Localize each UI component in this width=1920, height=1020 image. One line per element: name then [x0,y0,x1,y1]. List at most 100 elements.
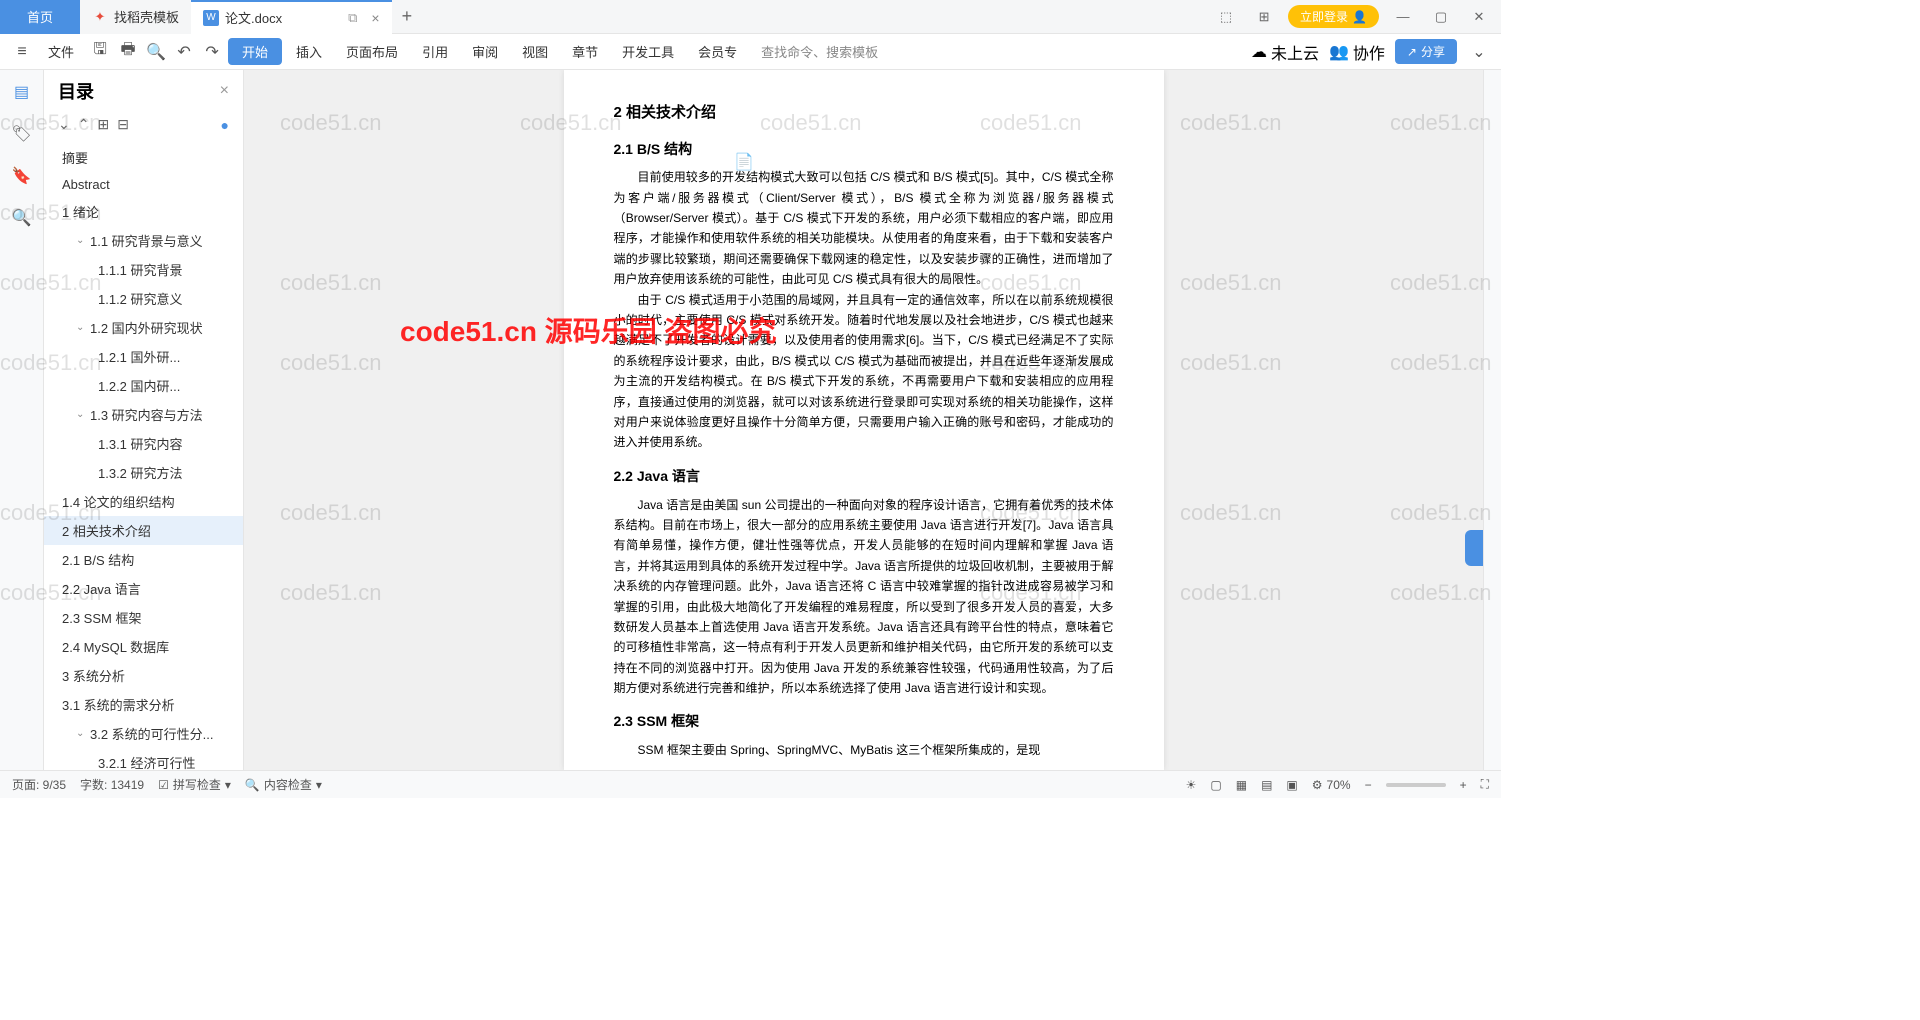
sidebar-close-icon[interactable]: × [220,82,229,100]
preview-icon[interactable]: 🔍 [144,40,168,64]
paragraph: Java 语言是由美国 sun 公司提出的一种面向对象的程序设计语言，它拥有着优… [614,495,1114,699]
apps-icon[interactable]: ⊞ [1250,3,1278,31]
toc-item-current[interactable]: 2 相关技术介绍 [44,516,243,545]
toc-item[interactable]: ⌄1.1 研究背景与意义 [44,226,243,255]
docer-icon: ✦ [92,9,108,25]
sync-icon[interactable]: ● [221,117,229,133]
toc-item[interactable]: 1.3.1 研究内容 [44,429,243,458]
sidebar: 目录 × ⌄ ⌃ ⊞ ⊟ ● 摘要 Abstract 1 绪论 ⌄1.1 研究背… [44,70,244,770]
chevron-down-icon[interactable]: ⌄ [1467,40,1491,64]
minimize-button[interactable]: — [1389,3,1417,31]
menu-view[interactable]: 视图 [512,38,558,65]
maximize-button[interactable]: ▢ [1427,3,1455,31]
close-icon[interactable]: × [371,10,379,26]
sun-icon[interactable]: ☀ [1186,778,1197,792]
toc-item[interactable]: 1.3.2 研究方法 [44,458,243,487]
menu-layout[interactable]: 页面布局 [336,38,408,65]
share-label: 分享 [1421,43,1445,60]
chevron-down-icon: ⌄ [76,322,90,333]
toc-item[interactable]: 2.1 B/S 结构 [44,545,243,574]
zoom-in-button[interactable]: + [1460,778,1467,792]
toc-item[interactable]: 1 绪论 [44,197,243,226]
menu-member[interactable]: 会员专 [688,38,747,65]
menu-icon[interactable]: ≡ [10,40,34,64]
toc-item[interactable]: 2.3 SSM 框架 [44,603,243,632]
new-tab-button[interactable]: + [392,6,423,27]
view-page-icon[interactable]: ▢ [1210,778,1221,792]
toc-item[interactable]: 1.1.1 研究背景 [44,255,243,284]
toc-item[interactable]: 摘要 [44,143,243,172]
minus-icon[interactable]: ⊟ [117,116,129,133]
search-box[interactable]: 查找命令、搜索模板 [751,38,888,65]
tab-template[interactable]: ✦ 找稻壳模板 [80,0,191,34]
document-area[interactable]: 📄 2 相关技术介绍 2.1 B/S 结构 目前使用较多的开发结构模式大致可以包… [244,70,1483,770]
collab-button[interactable]: 👥协作 [1329,40,1385,64]
tab-document[interactable]: W 论文.docx ⧉ × [191,0,392,34]
side-tab-handle[interactable] [1465,530,1483,566]
contentcheck-button[interactable]: 🔍 内容检查 ▾ [245,776,322,793]
chevron-down-icon: ⌄ [76,409,90,420]
right-gutter [1483,70,1501,770]
zoom-control[interactable]: ⚙ 70% [1312,778,1351,792]
fullscreen-icon[interactable]: ⛶ [1481,777,1489,792]
collapse-icon[interactable]: ⌄ [58,116,70,133]
tag-icon[interactable]: 🏷 [10,122,34,146]
menu-chapter[interactable]: 章节 [562,38,608,65]
word-count[interactable]: 字数: 13419 [80,776,144,793]
toc-item[interactable]: 1.2.2 国内研... [44,371,243,400]
login-button[interactable]: 立即登录👤 [1288,5,1379,28]
menu-start[interactable]: 开始 [228,38,282,65]
save-icon[interactable]: 🖫 [88,40,112,64]
share-icon: ↗ [1407,45,1417,59]
toc-item[interactable]: ⌄3.2 系统的可行性分... [44,719,243,748]
window-icon[interactable]: ⧉ [348,10,357,26]
undo-icon[interactable]: ↶ [172,40,196,64]
close-button[interactable]: ✕ [1465,3,1493,31]
toc-item[interactable]: 1.4 论文的组织结构 [44,487,243,516]
toc-item[interactable]: 2.2 Java 语言 [44,574,243,603]
toc-item[interactable]: 1.1.2 研究意义 [44,284,243,313]
toc-item[interactable]: Abstract [44,172,243,197]
expand-icon[interactable]: ⌃ [78,116,90,133]
toc-item[interactable]: 3 系统分析 [44,661,243,690]
toc-item[interactable]: 3.1 系统的需求分析 [44,690,243,719]
chevron-down-icon: ⌄ [76,235,90,246]
search-icon[interactable]: 🔍 [10,206,34,230]
view-outline-icon[interactable]: ▤ [1261,778,1272,792]
menu-reference[interactable]: 引用 [412,38,458,65]
share-button[interactable]: ↗ 分享 [1395,39,1457,64]
page-float-icon[interactable]: 📄 [734,152,754,172]
paragraph: SSM 框架主要由 Spring、SpringMVC、MyBatis 这三个框架… [614,740,1114,760]
toc-item[interactable]: ⌄1.3 研究内容与方法 [44,400,243,429]
menu-review[interactable]: 审阅 [462,38,508,65]
layout-icon[interactable]: ⬚ [1212,3,1240,31]
heading-2: 2 相关技术介绍 [614,100,1114,126]
bookmark-icon[interactable]: 🔖 [10,164,34,188]
redo-icon[interactable]: ↷ [200,40,224,64]
page-indicator[interactable]: 页面: 9/35 [12,776,66,793]
toc-item[interactable]: 3.2.1 经济可行性 [44,748,243,770]
zoom-out-button[interactable]: − [1365,778,1372,792]
titlebar: 首页 ✦ 找稻壳模板 W 论文.docx ⧉ × + ⬚ ⊞ 立即登录👤 — ▢… [0,0,1501,34]
menu-devtools[interactable]: 开发工具 [612,38,684,65]
tab-label: 找稻壳模板 [114,7,179,26]
toc-item[interactable]: 2.4 MySQL 数据库 [44,632,243,661]
paragraph: 目前使用较多的开发结构模式大致可以包括 C/S 模式和 B/S 模式[5]。其中… [614,167,1114,289]
plus-icon[interactable]: ⊞ [97,116,109,133]
tab-home[interactable]: 首页 [0,0,80,34]
cloud-status[interactable]: ☁未上云 [1251,40,1319,64]
outline-icon[interactable]: ▤ [10,80,34,104]
view-read-icon[interactable]: ▣ [1286,778,1297,792]
zoom-slider[interactable] [1386,783,1446,787]
menu-file[interactable]: 文件 [38,38,84,65]
print-icon[interactable]: 🖶 [116,40,140,64]
toc-item[interactable]: 1.2.1 国外研... [44,342,243,371]
menu-insert[interactable]: 插入 [286,38,332,65]
view-web-icon[interactable]: ▦ [1236,778,1247,792]
statusbar: 页面: 9/35 字数: 13419 ☑ 拼写检查 ▾ 🔍 内容检查 ▾ ☀ ▢… [0,770,1501,798]
spellcheck-button[interactable]: ☑ 拼写检查 ▾ [158,776,231,793]
paragraph: 由于 C/S 模式适用于小范围的局域网，并且具有一定的通信效率，所以在以前系统规… [614,290,1114,453]
toc-item[interactable]: ⌄1.2 国内外研究现状 [44,313,243,342]
heading-3: 2.1 B/S 结构 [614,138,1114,162]
left-rail: ▤ 🏷 🔖 🔍 [0,70,44,770]
